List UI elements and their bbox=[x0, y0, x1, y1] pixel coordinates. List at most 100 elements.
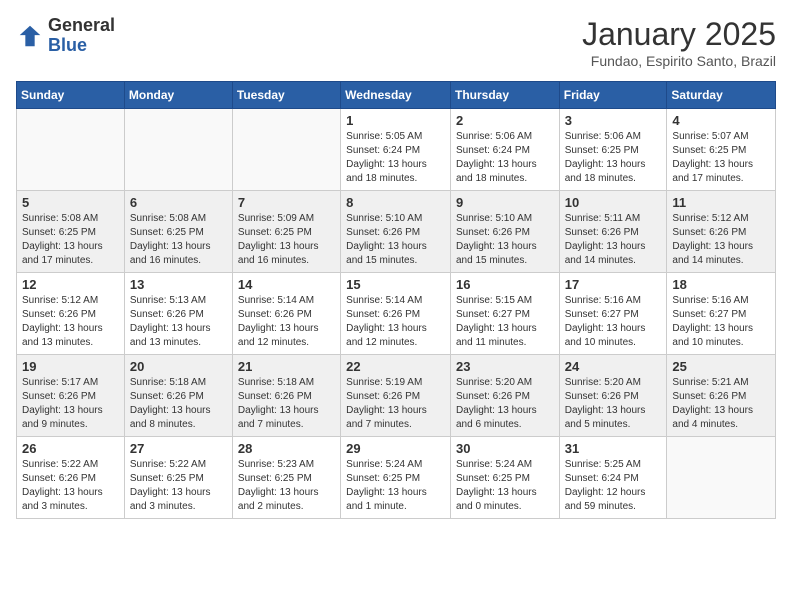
day-number: 13 bbox=[130, 277, 227, 292]
day-number: 24 bbox=[565, 359, 662, 374]
logo-blue: Blue bbox=[48, 36, 115, 56]
calendar-cell: 24 Sunrise: 5:20 AM Sunset: 6:26 PM Dayli… bbox=[559, 355, 667, 437]
day-info: Sunrise: 5:22 AM Sunset: 6:25 PM Dayligh… bbox=[130, 458, 227, 514]
day-info: Sunrise: 5:12 AM Sunset: 6:26 PM Dayligh… bbox=[672, 212, 770, 268]
calendar-cell: 16 Sunrise: 5:15 AM Sunset: 6:27 PM Dayli… bbox=[450, 273, 559, 355]
day-number: 17 bbox=[565, 277, 662, 292]
title-block: January 2025 Fundao, Espirito Santo, Bra… bbox=[582, 16, 776, 69]
calendar-cell: 13 Sunrise: 5:13 AM Sunset: 6:26 PM Dayli… bbox=[124, 273, 232, 355]
day-info: Sunrise: 5:18 AM Sunset: 6:26 PM Dayligh… bbox=[130, 376, 227, 432]
calendar-cell: 5 Sunrise: 5:08 AM Sunset: 6:25 PM Daylig… bbox=[17, 191, 125, 273]
day-number: 19 bbox=[22, 359, 119, 374]
day-number: 6 bbox=[130, 195, 227, 210]
calendar-cell: 6 Sunrise: 5:08 AM Sunset: 6:25 PM Daylig… bbox=[124, 191, 232, 273]
page-header: General Blue January 2025 Fundao, Espiri… bbox=[16, 16, 776, 69]
day-info: Sunrise: 5:09 AM Sunset: 6:25 PM Dayligh… bbox=[238, 212, 335, 268]
calendar-cell: 10 Sunrise: 5:11 AM Sunset: 6:26 PM Dayli… bbox=[559, 191, 667, 273]
day-number: 28 bbox=[238, 441, 335, 456]
day-info: Sunrise: 5:14 AM Sunset: 6:26 PM Dayligh… bbox=[238, 294, 335, 350]
calendar-cell: 4 Sunrise: 5:07 AM Sunset: 6:25 PM Daylig… bbox=[667, 109, 776, 191]
day-number: 8 bbox=[346, 195, 445, 210]
day-info: Sunrise: 5:08 AM Sunset: 6:25 PM Dayligh… bbox=[22, 212, 119, 268]
logo-general: General bbox=[48, 16, 115, 36]
day-number: 12 bbox=[22, 277, 119, 292]
day-info: Sunrise: 5:20 AM Sunset: 6:26 PM Dayligh… bbox=[565, 376, 662, 432]
day-info: Sunrise: 5:14 AM Sunset: 6:26 PM Dayligh… bbox=[346, 294, 445, 350]
header-saturday: Saturday bbox=[667, 82, 776, 109]
calendar-cell: 3 Sunrise: 5:06 AM Sunset: 6:25 PM Daylig… bbox=[559, 109, 667, 191]
day-number: 20 bbox=[130, 359, 227, 374]
day-info: Sunrise: 5:06 AM Sunset: 6:25 PM Dayligh… bbox=[565, 130, 662, 186]
calendar-cell: 23Sunrise: 5:20 AM Sunset: 6:26 PM Dayli… bbox=[450, 355, 559, 437]
day-info: Sunrise: 5:11 AM Sunset: 6:26 PM Dayligh… bbox=[565, 212, 662, 268]
calendar-cell bbox=[667, 437, 776, 519]
day-number: 27 bbox=[130, 441, 227, 456]
calendar-cell: 22 Sunrise: 5:19 AM Sunset: 6:26 PM Dayli… bbox=[341, 355, 451, 437]
calendar-cell bbox=[232, 109, 340, 191]
day-number: 9 bbox=[456, 195, 554, 210]
day-info: Sunrise: 5:07 AM Sunset: 6:25 PM Dayligh… bbox=[672, 130, 770, 186]
day-number: 18 bbox=[672, 277, 770, 292]
day-number: 1 bbox=[346, 113, 445, 128]
header-monday: Monday bbox=[124, 82, 232, 109]
calendar-cell: 7 Sunrise: 5:09 AM Sunset: 6:25 PM Daylig… bbox=[232, 191, 340, 273]
calendar-table: SundayMondayTuesdayWednesdayThursdayFrid… bbox=[16, 81, 776, 519]
logo-text: General Blue bbox=[48, 16, 115, 56]
day-number: 10 bbox=[565, 195, 662, 210]
day-info: Sunrise: 5:18 AM Sunset: 6:26 PM Dayligh… bbox=[238, 376, 335, 432]
calendar-cell: 26Sunrise: 5:22 AM Sunset: 6:26 PM Dayli… bbox=[17, 437, 125, 519]
header-tuesday: Tuesday bbox=[232, 82, 340, 109]
calendar-cell: 21 Sunrise: 5:18 AM Sunset: 6:26 PM Dayli… bbox=[232, 355, 340, 437]
day-number: 5 bbox=[22, 195, 119, 210]
day-info: Sunrise: 5:12 AM Sunset: 6:26 PM Dayligh… bbox=[22, 294, 119, 350]
header-thursday: Thursday bbox=[450, 82, 559, 109]
calendar-cell: 1 Sunrise: 5:05 AM Sunset: 6:24 PM Daylig… bbox=[341, 109, 451, 191]
calendar-cell: 28Sunrise: 5:23 AM Sunset: 6:25 PM Dayli… bbox=[232, 437, 340, 519]
day-number: 2 bbox=[456, 113, 554, 128]
day-info: Sunrise: 5:16 AM Sunset: 6:27 PM Dayligh… bbox=[565, 294, 662, 350]
day-number: 11 bbox=[672, 195, 770, 210]
day-info: Sunrise: 5:21 AM Sunset: 6:26 PM Dayligh… bbox=[672, 376, 770, 432]
day-info: Sunrise: 5:22 AM Sunset: 6:26 PM Dayligh… bbox=[22, 458, 119, 514]
day-info: Sunrise: 5:24 AM Sunset: 6:25 PM Dayligh… bbox=[456, 458, 554, 514]
logo-icon bbox=[16, 22, 44, 50]
location-subtitle: Fundao, Espirito Santo, Brazil bbox=[582, 53, 776, 69]
calendar-cell bbox=[17, 109, 125, 191]
day-info: Sunrise: 5:08 AM Sunset: 6:25 PM Dayligh… bbox=[130, 212, 227, 268]
calendar-cell: 2Sunrise: 5:06 AM Sunset: 6:24 PM Daylig… bbox=[450, 109, 559, 191]
day-number: 21 bbox=[238, 359, 335, 374]
day-number: 29 bbox=[346, 441, 445, 456]
day-number: 3 bbox=[565, 113, 662, 128]
day-info: Sunrise: 5:24 AM Sunset: 6:25 PM Dayligh… bbox=[346, 458, 445, 514]
header-friday: Friday bbox=[559, 82, 667, 109]
calendar-week-row: 12 Sunrise: 5:12 AM Sunset: 6:26 PM Dayli… bbox=[17, 273, 776, 355]
calendar-cell: 15Sunrise: 5:14 AM Sunset: 6:26 PM Dayli… bbox=[341, 273, 451, 355]
day-number: 31 bbox=[565, 441, 662, 456]
day-info: Sunrise: 5:05 AM Sunset: 6:24 PM Dayligh… bbox=[346, 130, 445, 186]
day-number: 22 bbox=[346, 359, 445, 374]
day-number: 7 bbox=[238, 195, 335, 210]
month-title: January 2025 bbox=[582, 16, 776, 53]
calendar-cell: 12 Sunrise: 5:12 AM Sunset: 6:26 PM Dayli… bbox=[17, 273, 125, 355]
day-info: Sunrise: 5:16 AM Sunset: 6:27 PM Dayligh… bbox=[672, 294, 770, 350]
day-info: Sunrise: 5:19 AM Sunset: 6:26 PM Dayligh… bbox=[346, 376, 445, 432]
logo: General Blue bbox=[16, 16, 115, 56]
day-info: Sunrise: 5:10 AM Sunset: 6:26 PM Dayligh… bbox=[456, 212, 554, 268]
calendar-cell: 8Sunrise: 5:10 AM Sunset: 6:26 PM Daylig… bbox=[341, 191, 451, 273]
calendar-cell: 18 Sunrise: 5:16 AM Sunset: 6:27 PM Dayli… bbox=[667, 273, 776, 355]
calendar-cell: 20 Sunrise: 5:18 AM Sunset: 6:26 PM Dayli… bbox=[124, 355, 232, 437]
day-info: Sunrise: 5:15 AM Sunset: 6:27 PM Dayligh… bbox=[456, 294, 554, 350]
calendar-cell: 25Sunrise: 5:21 AM Sunset: 6:26 PM Dayli… bbox=[667, 355, 776, 437]
calendar-cell: 30Sunrise: 5:24 AM Sunset: 6:25 PM Dayli… bbox=[450, 437, 559, 519]
day-number: 16 bbox=[456, 277, 554, 292]
calendar-cell: 29 Sunrise: 5:24 AM Sunset: 6:25 PM Dayli… bbox=[341, 437, 451, 519]
day-info: Sunrise: 5:13 AM Sunset: 6:26 PM Dayligh… bbox=[130, 294, 227, 350]
calendar-cell: 11 Sunrise: 5:12 AM Sunset: 6:26 PM Dayli… bbox=[667, 191, 776, 273]
day-info: Sunrise: 5:17 AM Sunset: 6:26 PM Dayligh… bbox=[22, 376, 119, 432]
calendar-cell: 19 Sunrise: 5:17 AM Sunset: 6:26 PM Dayli… bbox=[17, 355, 125, 437]
calendar-week-row: 5 Sunrise: 5:08 AM Sunset: 6:25 PM Daylig… bbox=[17, 191, 776, 273]
header-wednesday: Wednesday bbox=[341, 82, 451, 109]
day-number: 4 bbox=[672, 113, 770, 128]
calendar-week-row: 26Sunrise: 5:22 AM Sunset: 6:26 PM Dayli… bbox=[17, 437, 776, 519]
calendar-cell bbox=[124, 109, 232, 191]
